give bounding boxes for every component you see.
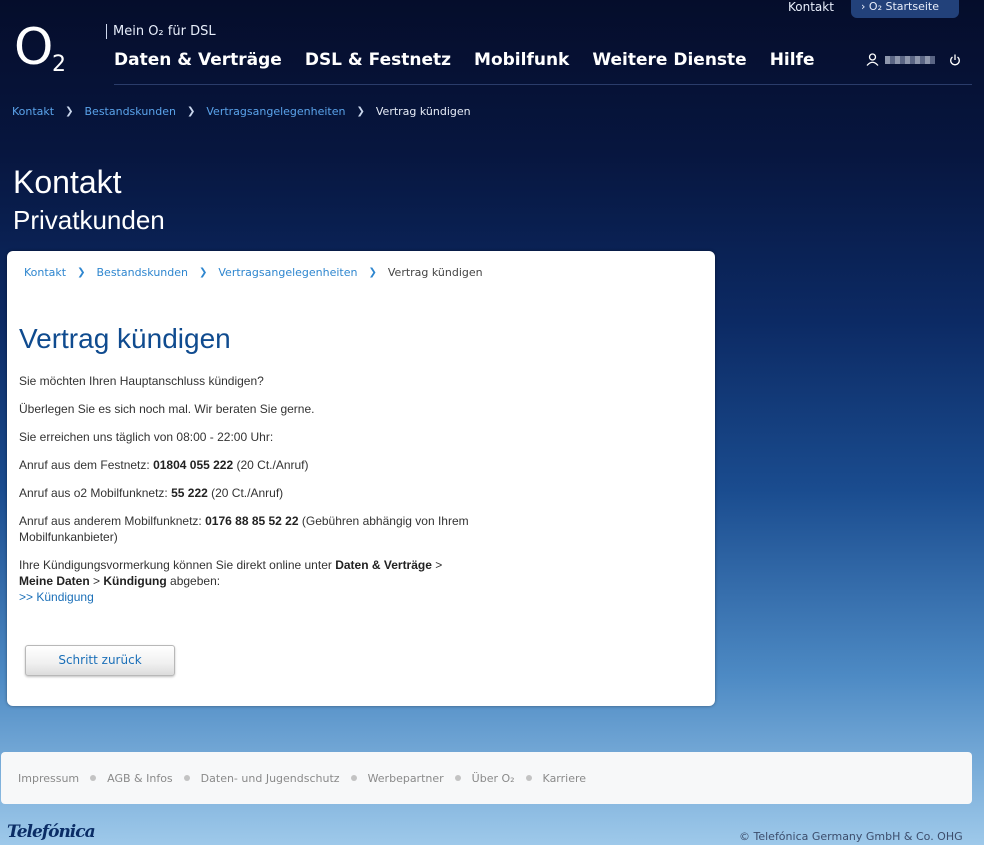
card-breadcrumb-current: Vertrag kündigen [387, 266, 483, 279]
page-subtitle: Privatkunden [13, 205, 165, 235]
text-hauptanschluss: Sie möchten Ihren Hauptanschluss kündige… [19, 374, 264, 388]
online-sep: > [431, 558, 443, 572]
top-kontakt-link[interactable]: Kontakt [788, 0, 834, 14]
card-breadcrumb-kontakt[interactable]: Kontakt [24, 266, 66, 279]
footer-werbepartner[interactable]: Werbepartner [368, 772, 444, 785]
back-button[interactable]: Schritt zurück [25, 645, 175, 676]
online-path-daten: Daten & Verträge [335, 558, 432, 572]
online-text: Ihre Kündigungsvormerkung können Sie dir… [19, 558, 336, 572]
kuendigung-link[interactable]: >> Kündigung [19, 590, 94, 604]
phone-other: Anruf aus anderem Mobilfunknetz: 0176 88… [19, 513, 489, 545]
mein-o2-label: Mein O₂ für DSL [106, 24, 216, 39]
breadcrumb-kontakt[interactable]: Kontakt [12, 105, 54, 118]
footer: Impressum AGB & Infos Daten- und Jugends… [1, 752, 972, 804]
logo-letter: O [14, 18, 53, 76]
online-end: abgeben: [166, 574, 221, 588]
chevron-right-icon: ❯ [186, 106, 196, 117]
nav-item-hilfe[interactable]: Hilfe [770, 50, 815, 70]
festnetz-price: (20 Ct./Anruf) [233, 458, 309, 472]
content-card: Kontakt ❯ Bestandskunden ❯ Vertragsangel… [7, 251, 715, 706]
breadcrumb-bestandskunden[interactable]: Bestandskunden [85, 105, 176, 118]
chevron-right-icon: ❯ [77, 267, 86, 278]
breadcrumb-vertragsangelegenheiten[interactable]: Vertragsangelegenheiten [206, 105, 345, 118]
startseite-label: O₂ Startseite [868, 0, 939, 13]
other-label: Anruf aus anderem Mobilfunknetz: [19, 514, 206, 528]
o2-logo[interactable]: O 2 [14, 22, 66, 77]
footer-karriere[interactable]: Karriere [543, 772, 586, 785]
festnetz-number: 01804 055 222 [153, 458, 234, 472]
dot-separator-icon [183, 775, 190, 781]
user-name-redacted [885, 55, 935, 64]
nav-item-weitere-dienste[interactable]: Weitere Dienste [592, 50, 746, 70]
dot-separator-icon [90, 775, 97, 781]
startseite-button[interactable]: › O₂ Startseite [851, 0, 959, 18]
footer-datenschutz[interactable]: Daten- und Jugendschutz [201, 772, 340, 785]
online-path-kuendigung: Kündigung [103, 574, 167, 588]
dot-separator-icon [525, 775, 532, 781]
nav-item-dsl-festnetz[interactable]: DSL & Festnetz [305, 50, 451, 70]
card-title: Vertrag kündigen [19, 323, 231, 354]
chevron-right-icon: ❯ [65, 106, 74, 117]
user-area [866, 53, 961, 66]
online-sep: > [89, 574, 104, 588]
text-beraten: Überlegen Sie es sich noch mal. Wir bera… [19, 402, 315, 416]
other-number: 0176 88 85 52 22 [205, 514, 299, 528]
card-content: Sie möchten Ihren Hauptanschluss kündige… [19, 373, 489, 617]
card-breadcrumb-bestandskunden[interactable]: Bestandskunden [97, 266, 188, 279]
breadcrumb: Kontakt ❯ Bestandskunden ❯ Vertragsangel… [12, 105, 471, 118]
footer-agb[interactable]: AGB & Infos [107, 772, 173, 785]
footer-ueber-o2[interactable]: Über O₂ [472, 772, 515, 785]
festnetz-label: Anruf aus dem Festnetz: [19, 458, 154, 472]
phone-festnetz: Anruf aus dem Festnetz: 01804 055 222 (2… [19, 457, 489, 473]
main-nav: Daten & Verträge DSL & Festnetz Mobilfun… [114, 50, 815, 70]
breadcrumb-current: Vertrag kündigen [375, 105, 471, 118]
power-icon[interactable] [949, 54, 961, 66]
online-kuendigung-text: Ihre Kündigungsvormerkung können Sie dir… [19, 557, 489, 605]
nav-item-mobilfunk[interactable]: Mobilfunk [474, 50, 569, 70]
chevron-right-icon: › [861, 0, 866, 13]
chevron-right-icon: ❯ [198, 267, 208, 278]
nav-item-daten-vertraege[interactable]: Daten & Verträge [114, 50, 282, 70]
chevron-right-icon: ❯ [356, 106, 365, 117]
o2-price: (20 Ct./Anruf) [207, 486, 284, 500]
footer-impressum[interactable]: Impressum [18, 772, 79, 785]
o2-number: 55 222 [171, 486, 208, 500]
phone-o2: Anruf aus o2 Mobilfunknetz: 55 222 (20 C… [19, 485, 489, 501]
page-title: Kontakt [13, 164, 122, 200]
text-erreichbarkeit: Sie erreichen uns täglich von 08:00 - 22… [19, 430, 274, 444]
logo-sub: 2 [52, 52, 66, 77]
o2-label: Anruf aus o2 Mobilfunknetz: [19, 486, 172, 500]
online-path-meine-daten: Meine Daten [19, 574, 90, 588]
user-icon[interactable] [866, 53, 879, 66]
card-breadcrumb-vertragsangelegenheiten[interactable]: Vertragsangelegenheiten [218, 266, 357, 279]
telefonica-logo[interactable]: Telefónica [7, 822, 96, 842]
card-breadcrumb: Kontakt ❯ Bestandskunden ❯ Vertragsangel… [24, 266, 483, 279]
nav-divider [114, 84, 972, 85]
dot-separator-icon [454, 775, 461, 781]
copyright: © Telefónica Germany GmbH & Co. OHG [739, 830, 963, 843]
chevron-right-icon: ❯ [368, 267, 377, 278]
dot-separator-icon [350, 775, 357, 781]
